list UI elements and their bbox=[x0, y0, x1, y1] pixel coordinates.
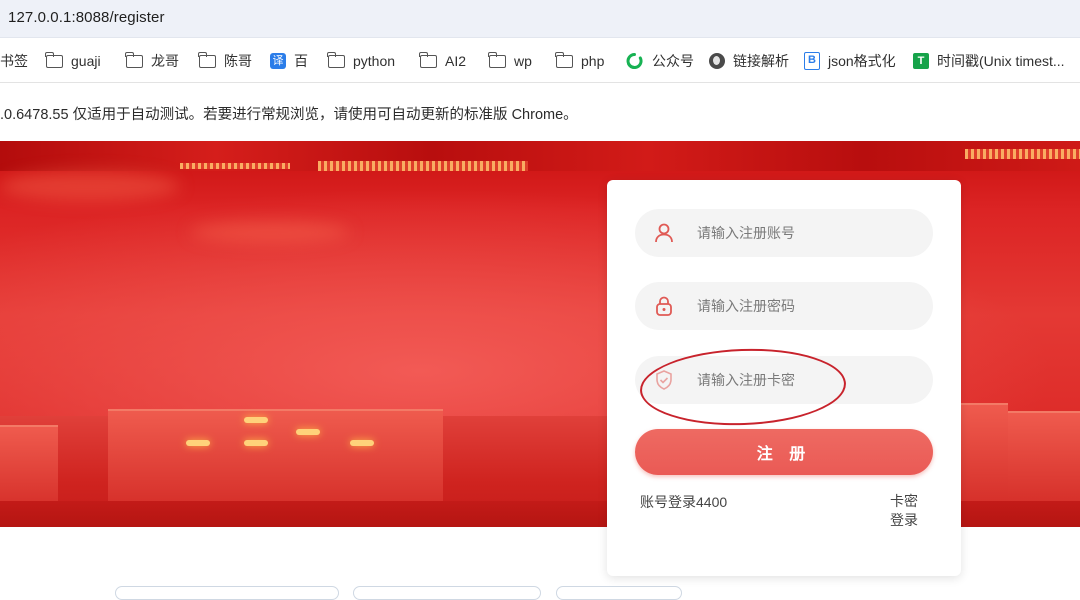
bejson-icon: B bbox=[804, 52, 820, 70]
decor-glow bbox=[0, 171, 180, 201]
folder-icon bbox=[419, 51, 437, 68]
folder-icon bbox=[45, 51, 63, 68]
bookmark-label: AI2 bbox=[445, 53, 467, 69]
decor-lamp bbox=[244, 417, 268, 423]
folder-icon bbox=[327, 51, 345, 68]
bookmark-label: 陈哥 bbox=[224, 53, 252, 69]
register-card: 注 册 账号登录4400 卡密登录 bbox=[607, 180, 961, 576]
lock-icon bbox=[653, 295, 675, 317]
decor-building bbox=[1008, 411, 1080, 503]
bookmark-label: 书签 bbox=[0, 53, 28, 69]
footer-pill bbox=[556, 586, 682, 600]
bookmark-label: wp bbox=[514, 53, 532, 69]
globe-icon bbox=[709, 53, 725, 69]
bookmarks-bar: 书签 guaji 龙哥 陈哥 译 百 python AI2 wp php 公众号 bbox=[0, 38, 1080, 83]
bookmark-json-format[interactable]: B json格式化 bbox=[804, 51, 896, 71]
bookmark-folder-chenge[interactable]: 陈哥 bbox=[198, 51, 252, 71]
folder-icon bbox=[125, 51, 143, 68]
user-icon bbox=[653, 222, 675, 244]
bookmark-folder-guaji[interactable]: guaji bbox=[45, 51, 101, 71]
card-login-link[interactable]: 卡密登录 bbox=[889, 492, 919, 530]
footer-pill bbox=[115, 586, 339, 600]
bookmark-folder-ai2[interactable]: AI2 bbox=[419, 51, 467, 71]
decor-building bbox=[108, 409, 443, 505]
translate-icon: 译 bbox=[270, 53, 286, 69]
account-login-link[interactable]: 账号登录4400 bbox=[640, 492, 727, 512]
bookmark-link-parse[interactable]: 链接解析 bbox=[709, 51, 789, 71]
bookmark-label: 时间戳(Unix timest... bbox=[937, 53, 1065, 69]
infobar-message: .0.6478.55 仅适用于自动测试。若要进行常规浏览，请使用可自动更新的标准… bbox=[0, 107, 578, 123]
card-key-field bbox=[635, 356, 933, 404]
decor-building bbox=[0, 425, 58, 507]
wechat-icon bbox=[626, 53, 644, 70]
bookmark-folder-wp[interactable]: wp bbox=[488, 51, 532, 71]
decor-stripe bbox=[965, 149, 1080, 159]
address-bar[interactable]: 127.0.0.1:8088/register bbox=[0, 0, 1080, 38]
account-field bbox=[635, 209, 933, 257]
decor-building bbox=[960, 403, 1008, 503]
decor-lamp bbox=[296, 429, 320, 435]
decor-lamp bbox=[186, 440, 210, 446]
account-input[interactable] bbox=[697, 209, 917, 257]
lantern-band bbox=[0, 141, 1080, 171]
timestamp-icon: T bbox=[913, 53, 929, 69]
bookmark-timestamp[interactable]: T 时间戳(Unix timest... bbox=[913, 51, 1065, 71]
shield-icon bbox=[653, 369, 675, 391]
decor-stripe bbox=[180, 163, 290, 169]
folder-icon bbox=[488, 51, 506, 68]
register-button[interactable]: 注 册 bbox=[635, 429, 933, 475]
decor-glow bbox=[190, 221, 350, 243]
bookmark-label: 公众号 bbox=[652, 53, 694, 69]
password-input[interactable] bbox=[697, 282, 917, 330]
bookmark-label: 龙哥 bbox=[151, 53, 179, 69]
bookmark-label: guaji bbox=[71, 53, 101, 69]
bookmark-label: json格式化 bbox=[828, 53, 896, 69]
bookmark-item[interactable]: 书签 bbox=[0, 51, 28, 71]
folder-icon bbox=[198, 51, 216, 68]
bookmark-label: 链接解析 bbox=[733, 53, 789, 69]
password-field bbox=[635, 282, 933, 330]
bookmark-folder-python[interactable]: python bbox=[327, 51, 396, 71]
footer-pill bbox=[353, 586, 541, 600]
bookmark-label: 百 bbox=[294, 53, 308, 69]
bookmark-translate[interactable]: 译 百 bbox=[270, 51, 308, 71]
decor-lamp bbox=[350, 440, 374, 446]
decor-stripe bbox=[318, 161, 528, 171]
url-text[interactable]: 127.0.0.1:8088/register bbox=[8, 9, 165, 26]
bookmark-folder-longge[interactable]: 龙哥 bbox=[125, 51, 179, 71]
bookmark-label: php bbox=[581, 53, 605, 69]
card-key-input[interactable] bbox=[697, 356, 917, 404]
folder-icon bbox=[555, 51, 573, 68]
automation-infobar: .0.6478.55 仅适用于自动测试。若要进行常规浏览，请使用可自动更新的标准… bbox=[0, 83, 1080, 141]
bookmark-label: python bbox=[353, 53, 396, 69]
decor-lamp bbox=[244, 440, 268, 446]
bookmark-wechat[interactable]: 公众号 bbox=[626, 51, 694, 71]
bookmark-folder-php[interactable]: php bbox=[555, 51, 605, 71]
